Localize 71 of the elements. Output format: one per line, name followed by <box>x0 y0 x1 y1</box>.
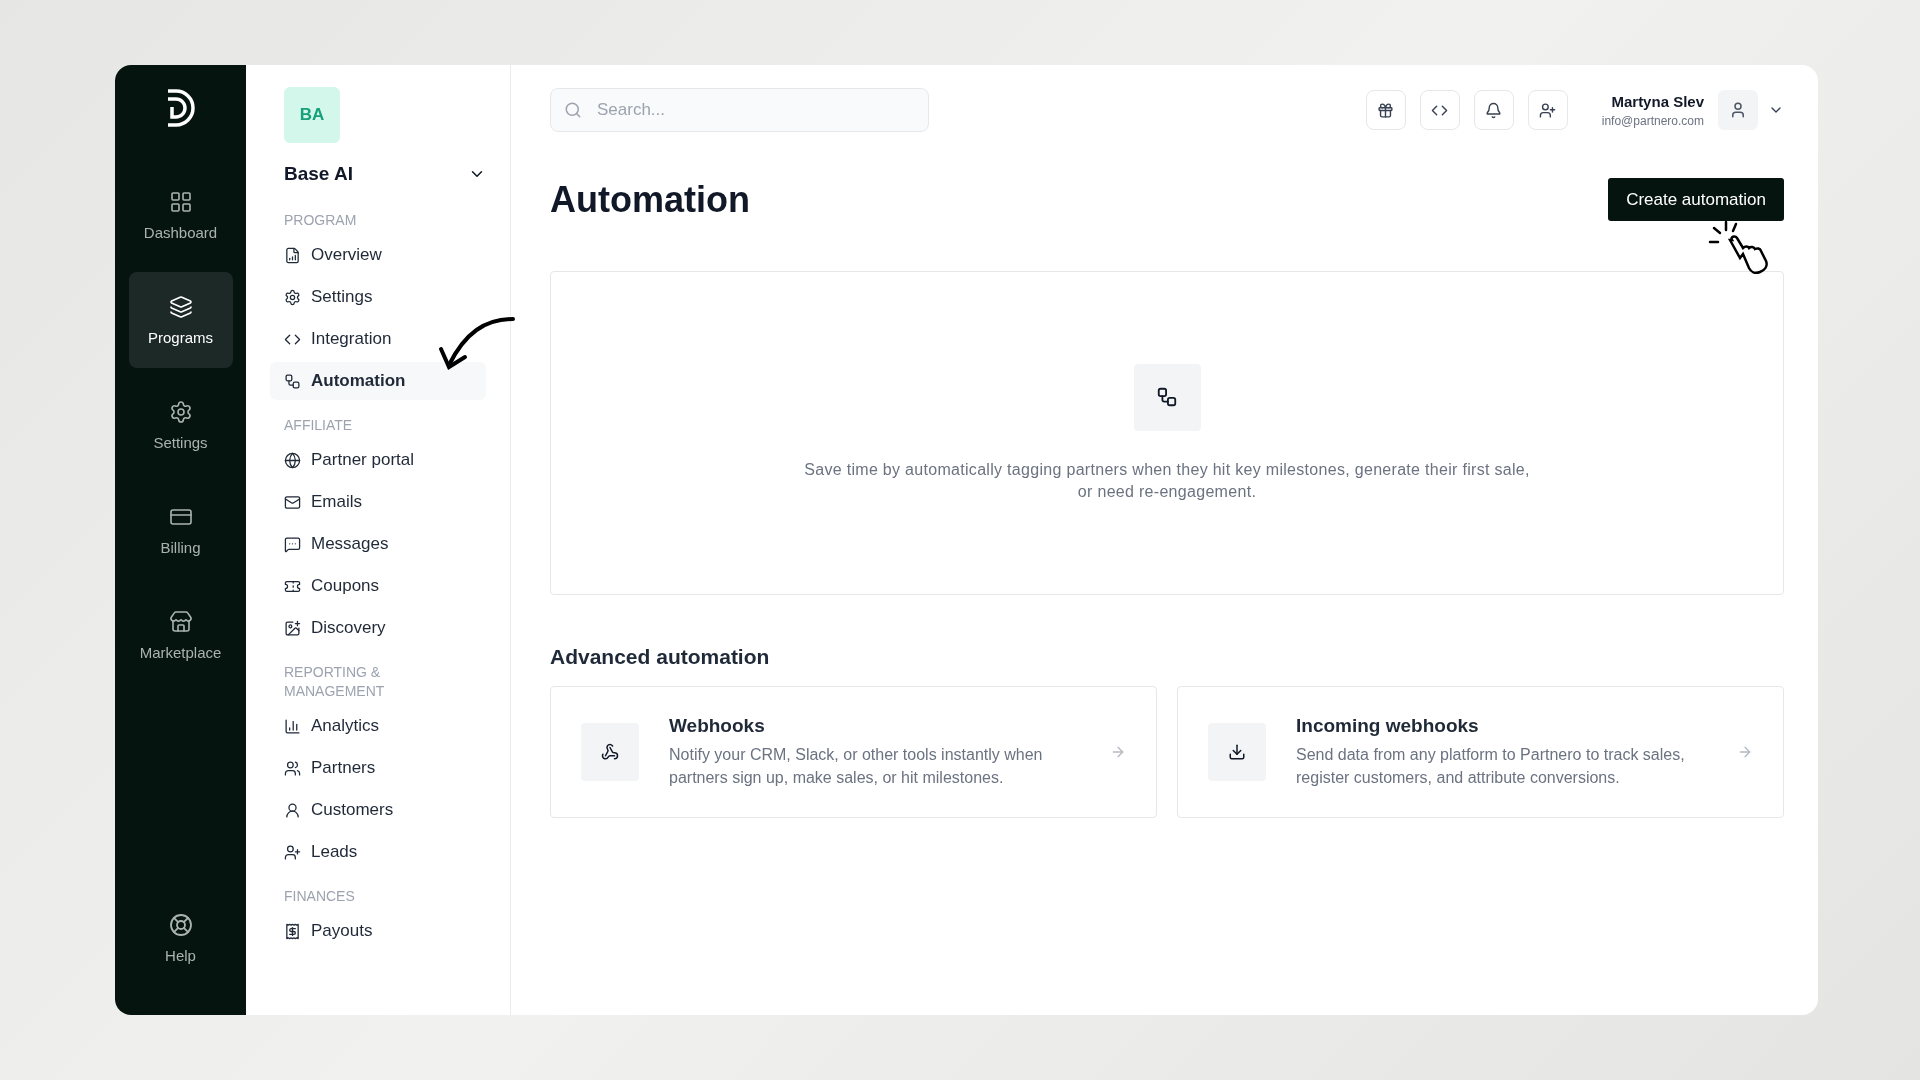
sidebar-nav-item[interactable]: Coupons <box>270 567 486 605</box>
webhook-icon <box>601 743 619 761</box>
settings-icon <box>168 399 193 424</box>
search-field[interactable]: Search... <box>550 88 929 132</box>
user-icon <box>284 801 301 819</box>
page-title: Automation <box>550 178 750 221</box>
workflow-icon <box>284 372 301 390</box>
user-icon <box>1729 101 1747 119</box>
rail-nav-item[interactable]: Billing <box>128 482 233 578</box>
search-icon <box>564 101 582 119</box>
help-button[interactable]: Help <box>128 890 233 986</box>
store-icon <box>168 609 193 634</box>
create-automation-button[interactable]: Create automation <box>1608 178 1784 221</box>
empty-state-text: Save time by automatically tagging partners when they hit key milestones, generate their first sale, or need re-engagement. <box>803 459 1531 502</box>
rail-nav-item[interactable]: Settings <box>128 377 233 473</box>
section-title: Advanced automation <box>550 645 771 669</box>
workflow-icon <box>1156 386 1178 408</box>
code-button[interactable] <box>1419 90 1460 130</box>
add-user-button[interactable] <box>1527 90 1568 130</box>
message-icon <box>284 535 301 553</box>
sidebar-nav-item[interactable]: Emails <box>270 483 486 521</box>
integration-card[interactable]: Incoming webhooks Send data from any platform to Partnero to track sales, register customers, and attribute conversions. <box>1177 686 1784 818</box>
download-icon <box>1228 743 1246 761</box>
layers-icon <box>168 294 193 319</box>
section-heading: FINANCES <box>283 887 356 906</box>
users-icon <box>284 759 301 777</box>
section-heading: PROGRAM <box>283 211 358 230</box>
mail-icon <box>284 493 301 511</box>
receipt-icon <box>284 922 301 940</box>
sidebar-nav-item[interactable]: Integration <box>270 320 486 358</box>
gift-button[interactable] <box>1365 90 1406 130</box>
card-title: Incoming webhooks <box>1296 715 1480 737</box>
arrow-right-icon <box>1110 744 1126 760</box>
sidebar-nav-item[interactable]: Leads <box>270 833 486 871</box>
image-plus-icon <box>284 619 301 637</box>
gift-icon <box>1377 101 1395 119</box>
user-email: info@partnero.com <box>1601 113 1704 128</box>
bell-icon <box>1485 101 1503 119</box>
user-name: Martyna Slev <box>1611 92 1704 110</box>
notifications-button[interactable] <box>1473 90 1514 130</box>
user-plus-icon <box>1539 101 1557 119</box>
lifebuoy-icon <box>168 912 193 937</box>
settings-icon <box>284 288 301 306</box>
section-heading: AFFILIATE <box>283 416 354 435</box>
rail-nav-item[interactable]: Programs <box>128 272 233 368</box>
sidebar-nav-item[interactable]: Customers <box>270 791 486 829</box>
rail-nav-item[interactable]: Marketplace <box>128 587 233 683</box>
sidebar-nav-item[interactable]: Automation <box>270 362 486 400</box>
program-select[interactable]: Base AI <box>270 163 486 185</box>
report-icon <box>284 246 301 264</box>
integration-card[interactable]: Webhooks Notify your CRM, Slack, or other tools instantly when partners sign up, make sales, or hit milestones. <box>550 686 1157 818</box>
sidebar-nav-item[interactable]: Partner portal <box>270 441 486 479</box>
sidebar-nav-item[interactable]: Settings <box>270 278 486 316</box>
sidebar-nav-item[interactable]: Payouts <box>270 912 486 950</box>
avatar-button[interactable] <box>1718 90 1758 130</box>
sidebar-nav-item[interactable]: Discovery <box>270 609 486 647</box>
sidebar-nav-item[interactable]: Analytics <box>270 707 486 745</box>
arrow-right-icon <box>1737 744 1753 760</box>
user-plus-icon <box>284 843 301 861</box>
card-description: Send data from any platform to Partnero to track sales, register customers, and attribute conversions. <box>1296 745 1686 788</box>
dashboard-grid-icon <box>168 189 193 214</box>
rail-nav-item[interactable]: Dashboard <box>128 167 233 263</box>
sidebar-nav-item[interactable]: Partners <box>270 749 486 787</box>
globe-icon <box>284 451 301 469</box>
bar-chart-icon <box>284 717 301 735</box>
card-description: Notify your CRM, Slack, or other tools instantly when partners sign up, make sales, or hit milestones. <box>669 745 1044 788</box>
program-badge: BA <box>284 87 340 143</box>
section-heading: REPORTING & MANAGEMENT <box>283 663 386 701</box>
sidebar-nav-item[interactable]: Overview <box>270 236 486 274</box>
card-title: Webhooks <box>669 715 766 737</box>
sidebar-nav-item[interactable]: Messages <box>270 525 486 563</box>
